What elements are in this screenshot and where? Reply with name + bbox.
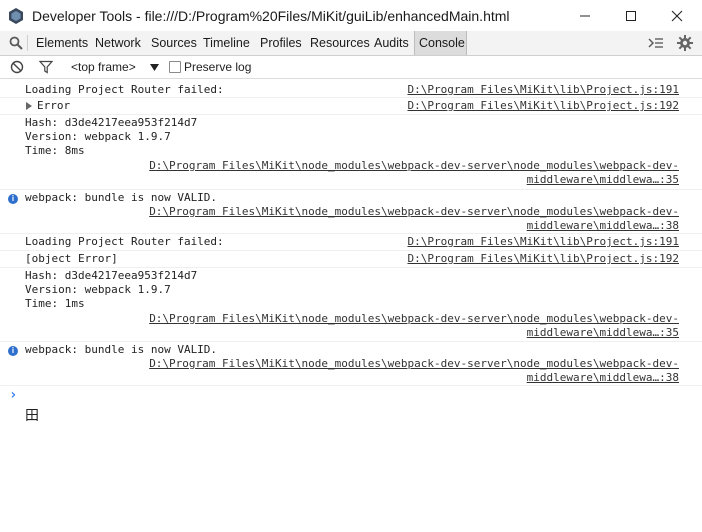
source-link[interactable]: D:\Program Files\MiKit\lib\Project.js:19… <box>407 235 679 249</box>
console-message: Error D:\Program Files\MiKit\lib\Project… <box>0 97 702 114</box>
message-text: Time: 8ms <box>25 144 85 157</box>
panel-toolbar: Elements Network Sources Timeline Profil… <box>0 31 702 56</box>
devtools-app-icon <box>9 7 23 24</box>
maximize-icon <box>626 10 636 21</box>
message-text: webpack: bundle is now VALID. <box>25 343 218 356</box>
tab-network[interactable]: Network <box>95 31 141 55</box>
tab-timeline[interactable]: Timeline <box>203 31 250 55</box>
close-button[interactable] <box>654 0 700 31</box>
source-link[interactable]: middleware\middlewa…:38 <box>527 371 679 385</box>
source-link[interactable]: D:\Program Files\MiKit\node_modules\webp… <box>149 205 679 219</box>
source-link[interactable]: D:\Program Files\MiKit\lib\Project.js:19… <box>407 83 679 97</box>
prompt-chevron-icon: › <box>9 387 18 403</box>
chevron-down-icon[interactable] <box>150 64 159 71</box>
drawer-toggle-icon[interactable] <box>648 36 664 50</box>
console-message: Hash: d3de4217eea953f214d7 Version: webp… <box>0 267 702 341</box>
preserve-log-checkbox[interactable] <box>169 61 181 73</box>
console-message: Loading Project Router failed: D:\Progra… <box>0 81 702 97</box>
settings-gear-icon[interactable] <box>677 35 693 51</box>
message-text[interactable]: Error <box>37 99 70 113</box>
close-icon <box>671 10 683 21</box>
search-icon[interactable] <box>9 36 23 50</box>
ime-indicator: 田 <box>25 408 39 424</box>
maximize-button[interactable] <box>608 0 654 31</box>
source-link[interactable]: D:\Program Files\MiKit\lib\Project.js:19… <box>407 99 679 113</box>
tab-console[interactable]: Console <box>414 31 467 55</box>
message-text: Loading Project Router failed: <box>25 235 224 248</box>
clear-console-icon[interactable] <box>10 60 24 74</box>
console-message: [object Error] D:\Program Files\MiKit\li… <box>0 250 702 267</box>
tab-sources[interactable]: Sources <box>151 31 197 55</box>
console-message: Hash: d3de4217eea953f214d7 Version: webp… <box>0 114 702 189</box>
source-link[interactable]: D:\Program Files\MiKit\lib\Project.js:19… <box>407 252 679 266</box>
expand-triangle-icon[interactable] <box>26 102 32 110</box>
console-message: i webpack: bundle is now VALID. D:\Progr… <box>0 189 702 233</box>
source-link[interactable]: D:\Program Files\MiKit\node_modules\webp… <box>149 159 679 173</box>
console-prompt[interactable]: › <box>0 385 702 407</box>
tab-audits[interactable]: Audits <box>374 31 409 55</box>
message-text: Time: 1ms <box>25 297 85 310</box>
source-link[interactable]: middleware\middlewa…:35 <box>527 326 679 340</box>
console-messages: Loading Project Router failed: D:\Progra… <box>0 79 702 532</box>
source-link[interactable]: D:\Program Files\MiKit\node_modules\webp… <box>149 312 679 326</box>
console-message: i webpack: bundle is now VALID. D:\Progr… <box>0 341 702 385</box>
console-message: Loading Project Router failed: D:\Progra… <box>0 233 702 250</box>
message-text: Version: webpack 1.9.7 <box>25 130 171 143</box>
tab-profiles[interactable]: Profiles <box>260 31 302 55</box>
message-text: webpack: bundle is now VALID. <box>25 191 218 204</box>
tab-elements[interactable]: Elements <box>36 31 88 55</box>
source-link[interactable]: middleware\middlewa…:38 <box>527 219 679 233</box>
minimize-icon <box>580 15 590 16</box>
console-filter-bar: <top frame> Preserve log <box>0 56 702 79</box>
message-text: Hash: d3de4217eea953f214d7 <box>25 116 198 129</box>
minimize-button[interactable] <box>562 0 608 31</box>
toolbar-divider <box>27 35 28 51</box>
preserve-log-label[interactable]: Preserve log <box>184 56 251 78</box>
source-link[interactable]: D:\Program Files\MiKit\node_modules\webp… <box>149 357 679 371</box>
message-text: [object Error] <box>25 252 118 265</box>
message-text: Loading Project Router failed: <box>25 83 224 96</box>
source-link[interactable]: middleware\middlewa…:35 <box>527 173 679 187</box>
message-text: Hash: d3de4217eea953f214d7 <box>25 269 198 282</box>
message-text: Version: webpack 1.9.7 <box>25 283 171 296</box>
filter-icon[interactable] <box>39 60 53 74</box>
info-icon: i <box>8 194 18 204</box>
info-icon: i <box>8 346 18 356</box>
tab-resources[interactable]: Resources <box>310 31 370 55</box>
window-title: Developer Tools - file:///D:/Program%20F… <box>32 7 510 24</box>
title-bar: Developer Tools - file:///D:/Program%20F… <box>0 0 702 32</box>
frame-select[interactable]: <top frame> <box>71 56 136 78</box>
